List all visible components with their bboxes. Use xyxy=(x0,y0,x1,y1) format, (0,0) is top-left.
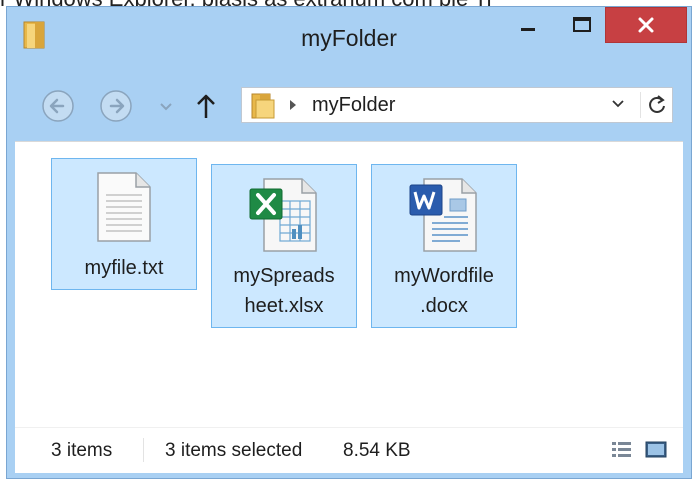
excel-file-icon xyxy=(246,175,322,260)
status-bar: 3 items 3 items selected 8.54 KB xyxy=(15,427,683,473)
file-item-myspreadsheet-xlsx[interactable]: mySpreads heet.xlsx xyxy=(211,164,357,328)
file-list-pane[interactable]: myfile.txt mySpreads heet.xlsx myWordfil… xyxy=(15,141,683,428)
selection-summary: 3 items selected xyxy=(165,440,303,461)
explorer-window: myFolder myFolder myfile.txt mySpreads h… xyxy=(6,6,692,479)
item-count: 3 items xyxy=(51,440,113,461)
forward-button[interactable] xyxy=(99,89,133,123)
minimize-icon xyxy=(521,28,535,31)
maximize-icon xyxy=(573,17,591,32)
folder-icon xyxy=(250,92,278,125)
forward-arrow-icon xyxy=(100,90,132,122)
back-button[interactable] xyxy=(41,89,75,123)
file-item-mywordfile-docx[interactable]: myWordfile .docx xyxy=(371,164,517,328)
breadcrumb-arrow-icon[interactable] xyxy=(288,98,298,117)
file-item-myfile-txt[interactable]: myfile.txt xyxy=(51,158,197,290)
address-divider xyxy=(640,92,641,118)
status-divider xyxy=(143,438,144,462)
breadcrumb-current-folder[interactable]: myFolder xyxy=(312,94,395,117)
navigation-bar: myFolder xyxy=(15,71,683,141)
file-name: myfile.txt xyxy=(84,257,164,279)
address-history-chevron-icon[interactable] xyxy=(610,96,626,117)
file-name-line-1: mySpreads xyxy=(233,265,335,287)
chevron-down-icon xyxy=(160,103,172,111)
word-file-icon xyxy=(406,175,482,260)
close-icon xyxy=(638,17,654,33)
minimize-button[interactable] xyxy=(505,7,551,43)
close-button[interactable] xyxy=(605,7,687,43)
maximize-button[interactable] xyxy=(559,7,605,43)
selection-size: 8.54 KB xyxy=(343,440,411,461)
recent-locations-button[interactable] xyxy=(155,93,177,119)
file-name-line-2: heet.xlsx xyxy=(244,295,324,317)
back-arrow-icon xyxy=(42,90,74,122)
up-button[interactable] xyxy=(191,91,221,121)
details-view-icon[interactable] xyxy=(611,440,633,465)
file-name-line-2: .docx xyxy=(420,295,468,317)
address-bar[interactable]: myFolder xyxy=(241,87,673,123)
large-icons-view-icon[interactable] xyxy=(645,440,667,465)
text-file-icon xyxy=(92,169,156,250)
up-arrow-icon xyxy=(197,94,215,118)
file-name-line-1: myWordfile xyxy=(394,265,494,287)
refresh-icon[interactable] xyxy=(646,94,668,121)
title-bar[interactable]: myFolder xyxy=(7,7,691,71)
